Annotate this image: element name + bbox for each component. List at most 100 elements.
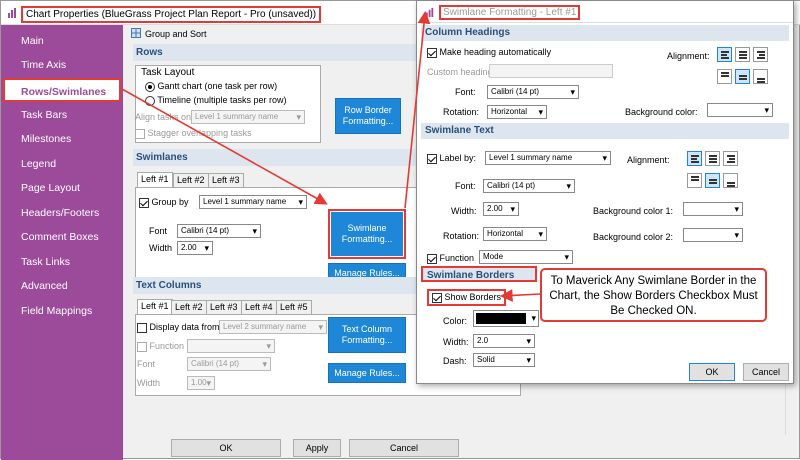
swimlane-width-stepper[interactable]: 2.00 (177, 241, 213, 255)
heading-align-left-icon[interactable] (717, 47, 732, 62)
swimlane-formatting-button[interactable]: Swimlane Formatting... (328, 209, 406, 259)
custom-heading-input[interactable] (489, 64, 613, 78)
make-heading-checkbox[interactable] (427, 47, 437, 58)
heading-valign-top-icon[interactable] (717, 69, 732, 84)
text-valign-bottom-icon[interactable] (723, 173, 738, 188)
timeline-radio[interactable] (145, 95, 155, 106)
timeline-radio-row[interactable]: Timeline (multiple tasks per row) (145, 95, 287, 106)
border-color-select[interactable]: ▾ (473, 310, 539, 327)
text-column-tab-left-4[interactable]: Left #4 (241, 300, 277, 314)
gantt-radio-row[interactable]: Gantt chart (one task per row) (145, 81, 277, 92)
group-by-label: Group by (151, 197, 189, 207)
text-align-center-icon[interactable] (705, 151, 720, 166)
text-align-right-icon[interactable] (723, 151, 738, 166)
text-width-label: Width: (451, 206, 477, 216)
label-by-checkbox[interactable] (427, 153, 437, 164)
apply-button[interactable]: Apply (293, 439, 341, 457)
text-width-stepper[interactable]: 2.00 (483, 202, 519, 216)
border-width-label: Width: (443, 337, 469, 347)
text-function-checkbox[interactable] (427, 253, 437, 264)
make-heading-row[interactable]: Make heading automatically (427, 47, 551, 58)
swimlane-tab-left-1[interactable]: Left #1 (137, 172, 173, 187)
sidebar-item-comment-boxes[interactable]: Comment Boxes (1, 225, 123, 249)
swimlane-tab-left-3[interactable]: Left #3 (208, 173, 244, 187)
text-column-tab-left-3[interactable]: Left #3 (206, 300, 242, 314)
text-bg2-color-select[interactable] (683, 228, 743, 242)
sidebar-item-headers-footers[interactable]: Headers/Footers (1, 201, 123, 225)
text-function-row[interactable]: Function (427, 253, 474, 264)
heading-rotation-select[interactable]: Horizontal (487, 105, 547, 119)
group-sort-label[interactable]: Group and Sort (145, 29, 207, 39)
sidebar-item-legend[interactable]: Legend (1, 152, 123, 176)
text-column-formatting-button[interactable]: Text Column Formatting... (328, 317, 406, 353)
text-bg1-color-select[interactable] (683, 202, 743, 216)
ok-button[interactable]: OK (171, 439, 281, 457)
function-checkbox[interactable] (137, 341, 147, 352)
app-icon (8, 8, 16, 18)
sidebar-item-time-axis[interactable]: Time Axis (1, 53, 123, 77)
align-tasks-select[interactable]: Level 1 summary name (191, 110, 305, 124)
sidebar-item-rows-swimlanes[interactable]: Rows/Swimlanes (3, 78, 121, 102)
sidebar-item-main[interactable]: Main (1, 29, 123, 53)
border-width-stepper[interactable]: 2.0 (473, 334, 535, 348)
heading-alignment-label: Alignment: (667, 51, 710, 61)
show-borders-checkbox[interactable] (432, 292, 442, 303)
align-tasks-label: Align tasks on (135, 112, 192, 122)
dialog-ok-button[interactable]: OK (689, 363, 735, 381)
function-select[interactable] (187, 339, 275, 353)
group-by-checkbox[interactable] (139, 197, 149, 208)
group-by-select[interactable]: Level 1 summary name (199, 195, 307, 209)
column-headings-header: Column Headings (421, 25, 789, 41)
show-borders-row[interactable]: Show Borders (427, 289, 507, 306)
grid-icon (131, 28, 141, 38)
group-by-row[interactable]: Group by (139, 197, 189, 208)
display-data-checkbox[interactable] (137, 322, 147, 333)
text-function-select[interactable]: Mode (479, 250, 573, 264)
text-column-font-select[interactable]: Calibri (14 pt) (187, 357, 271, 371)
sidebar-item-task-bars[interactable]: Task Bars (1, 103, 123, 127)
sidebar-item-advanced[interactable]: Advanced (1, 274, 123, 298)
dialog-cancel-button[interactable]: Cancel (743, 363, 789, 381)
label-by-select[interactable]: Level 1 summary name (485, 151, 611, 165)
sidebar-item-milestones[interactable]: Milestones (1, 127, 123, 151)
text-valign-middle-icon[interactable] (705, 173, 720, 188)
app-icon (425, 7, 434, 18)
stagger-checkbox[interactable] (135, 128, 145, 139)
heading-valign-bottom-icon[interactable] (753, 69, 768, 84)
text-column-width-stepper[interactable]: 1.00 (187, 376, 215, 390)
text-column-tab-left-5[interactable]: Left #5 (276, 300, 312, 314)
row-border-formatting-button[interactable]: Row Border Formatting... (335, 98, 401, 134)
text-font-label: Font: (455, 181, 476, 191)
function-label: Function (149, 341, 185, 351)
heading-align-right-icon[interactable] (753, 47, 768, 62)
border-dash-select[interactable]: Solid (473, 353, 535, 367)
sidebar-item-task-links[interactable]: Task Links (1, 250, 123, 274)
label-by-row[interactable]: Label by: (427, 153, 476, 164)
text-valign-top-icon[interactable] (687, 173, 702, 188)
gantt-radio[interactable] (145, 81, 155, 92)
text-align-left-icon[interactable] (687, 151, 702, 166)
text-column-tab-left-1[interactable]: Left #1 (137, 299, 173, 314)
sidebar-item-page-layout[interactable]: Page Layout (1, 176, 123, 200)
cancel-button[interactable]: Cancel (349, 439, 459, 457)
swimlane-tab-left-2[interactable]: Left #2 (173, 173, 209, 187)
text-rotation-select[interactable]: Horizontal (483, 227, 547, 241)
text-column-width-label: Width (137, 378, 161, 388)
swimlane-font-select[interactable]: Calibri (14 pt) (177, 224, 261, 238)
stagger-row[interactable]: Stagger overlapping tasks (135, 128, 252, 139)
sidebar-item-field-mappings[interactable]: Field Mappings (1, 299, 123, 323)
heading-font-select[interactable]: Calibri (14 pt) (487, 85, 579, 99)
text-column-tab-left-2[interactable]: Left #2 (171, 300, 207, 314)
display-data-row[interactable]: Display data from (137, 322, 220, 333)
dialog-title-bar: Swimlane Formatting - Left #1 (417, 1, 793, 23)
function-row[interactable]: Function (137, 341, 184, 352)
heading-bg-color-select[interactable] (707, 103, 773, 117)
display-data-select[interactable]: Level 2 summary name (219, 320, 327, 334)
heading-align-center-icon[interactable] (735, 47, 750, 62)
text-font-select[interactable]: Calibri (14 pt) (483, 179, 575, 193)
text-column-manage-rules-button[interactable]: Manage Rules... (328, 363, 406, 383)
timeline-label: Timeline (multiple tasks per row) (157, 95, 287, 105)
sidebar: Main Time Axis Rows/Swimlanes Task Bars … (1, 25, 123, 460)
stagger-label: Stagger overlapping tasks (147, 128, 252, 138)
heading-valign-middle-icon[interactable] (735, 69, 750, 84)
